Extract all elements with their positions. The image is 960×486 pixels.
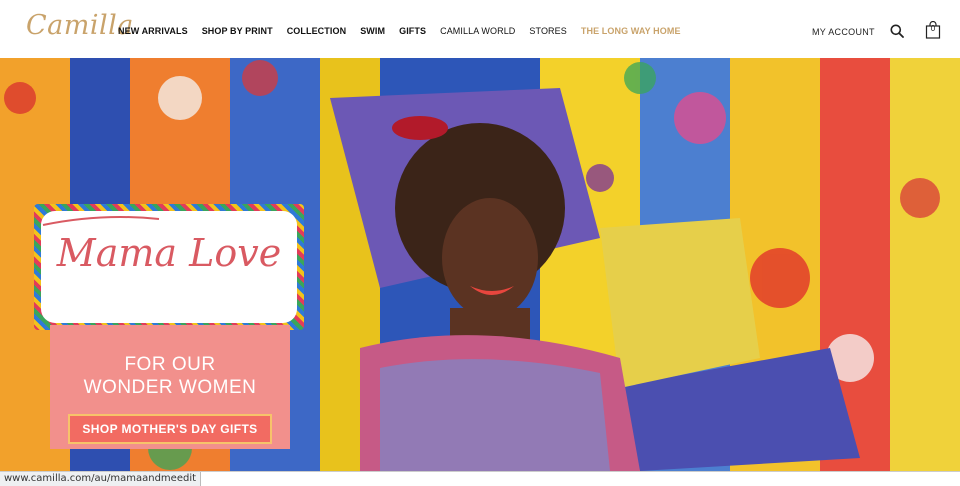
browser-status-bar: www.camilla.com/au/mamaandmeedit — [0, 471, 960, 486]
promo-line-1: FOR OUR — [124, 354, 216, 375]
bag-count: 0 — [930, 24, 936, 33]
status-url: www.camilla.com/au/mamaandmeedit — [0, 472, 202, 486]
promo-line-2: WONDER WOMEN — [83, 377, 257, 398]
nav-new-arrivals[interactable]: NEW ARRIVALS — [118, 26, 188, 36]
nav-camilla-world[interactable]: CAMILLA WORLD — [440, 26, 515, 36]
shop-mothers-day-gifts-button[interactable]: SHOP MOTHER'S DAY GIFTS — [68, 414, 272, 444]
swoosh-decoration — [42, 216, 160, 226]
hero-banner[interactable]: Mama Love FOR OUR WONDER WOMEN SHOP MOTH… — [0, 58, 960, 471]
site-header: Camilla NEW ARRIVALS SHOP BY PRINT COLLE… — [0, 0, 960, 58]
nav-swim[interactable]: SWIM — [360, 26, 385, 36]
nav-the-long-way-home[interactable]: THE LONG WAY HOME — [581, 26, 681, 36]
nav-collection[interactable]: COLLECTION — [287, 26, 347, 36]
nav-shop-by-print[interactable]: SHOP BY PRINT — [202, 26, 273, 36]
hero-title: Mama Love — [56, 231, 282, 275]
my-account-link[interactable]: MY ACCOUNT — [812, 27, 875, 37]
nav-gifts[interactable]: GIFTS — [399, 26, 426, 36]
search-icon[interactable] — [890, 24, 904, 38]
main-nav: NEW ARRIVALS SHOP BY PRINT COLLECTION SW… — [118, 26, 695, 36]
mama-love-card: Mama Love — [34, 204, 304, 330]
promo-panel: FOR OUR WONDER WOMEN SHOP MOTHER'S DAY G… — [50, 325, 290, 449]
nav-stores[interactable]: STORES — [529, 26, 566, 36]
